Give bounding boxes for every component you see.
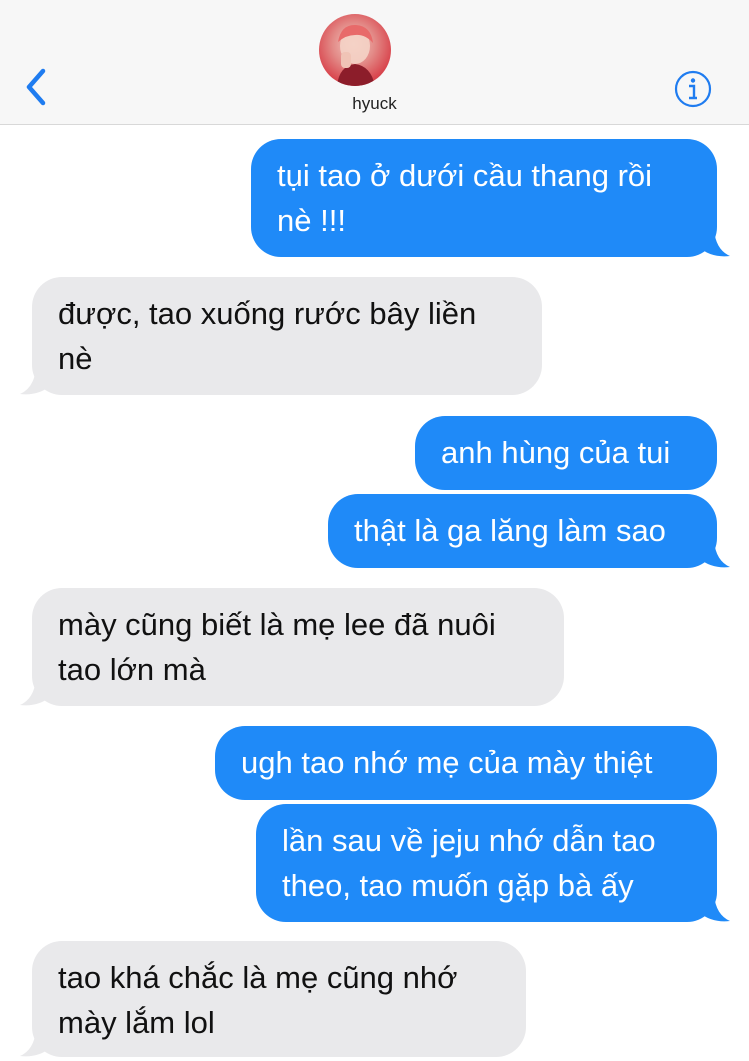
- message-bubble-incoming[interactable]: mày cũng biết là mẹ lee đã nuôi tao lớn …: [32, 588, 564, 706]
- bubble-tail: [20, 368, 50, 395]
- bubble-tail: [700, 230, 730, 257]
- bubble-tail: [20, 679, 50, 706]
- contact-name[interactable]: hyuck: [0, 94, 749, 114]
- bubble-tail: [20, 1030, 50, 1057]
- message-bubble-outgoing[interactable]: anh hùng của tui: [415, 416, 717, 490]
- message-bubble-outgoing[interactable]: ugh tao nhớ mẹ của mày thiệt: [215, 726, 717, 800]
- bubble-tail: [700, 895, 730, 922]
- message-bubble-outgoing[interactable]: lần sau về jeju nhớ dẫn tao theo, tao mu…: [256, 804, 717, 922]
- message-bubble-incoming[interactable]: được, tao xuống rước bây liền nè: [32, 277, 542, 395]
- message-bubble-incoming[interactable]: tao khá chắc là mẹ cũng nhớ mày lắm lol: [32, 941, 526, 1057]
- avatar-photo: [337, 24, 375, 86]
- message-bubble-outgoing[interactable]: thật là ga lăng làm sao: [328, 494, 717, 568]
- message-bubble-outgoing[interactable]: tụi tao ở dưới cầu thang rồi nè !!!: [251, 139, 717, 257]
- bubble-tail: [700, 541, 730, 568]
- info-icon: [674, 70, 712, 108]
- info-button[interactable]: [672, 68, 714, 110]
- conversation-header: hyuck: [0, 0, 749, 125]
- contact-avatar[interactable]: [319, 14, 391, 86]
